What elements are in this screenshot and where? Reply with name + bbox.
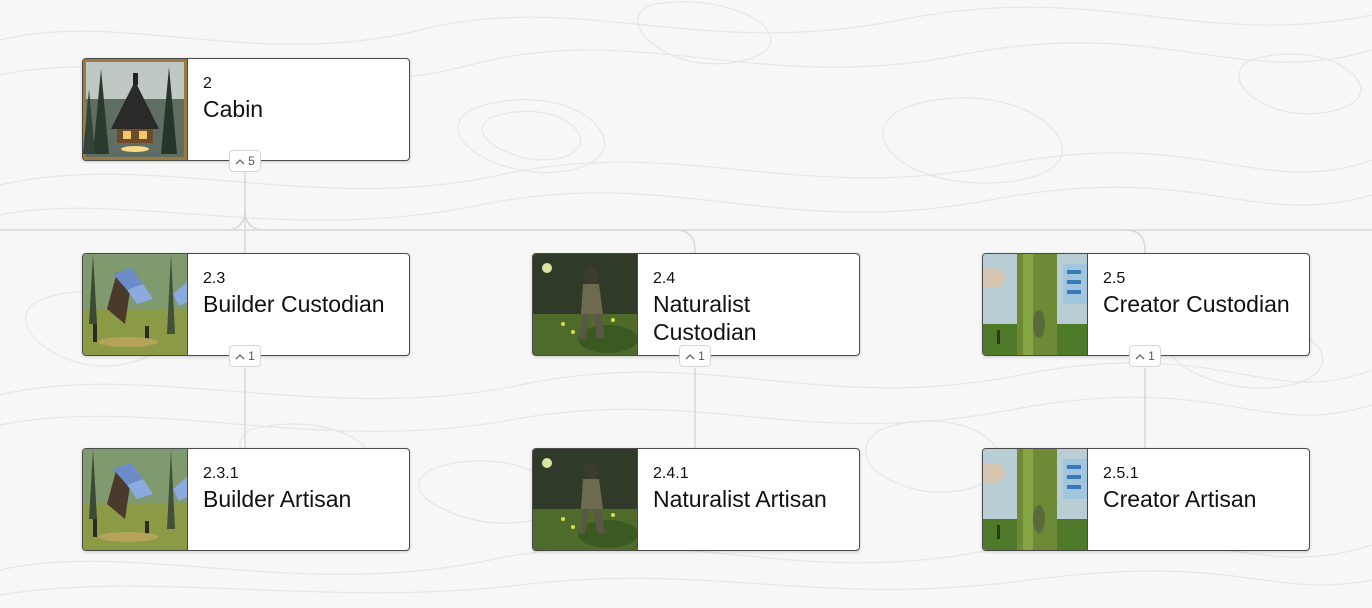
- chevron-up-icon: [235, 353, 245, 359]
- chevron-up-icon: [1135, 353, 1145, 359]
- node-number: 2: [203, 75, 212, 92]
- node-creator-custodian[interactable]: 2.5 Creator Custodian 1: [982, 253, 1310, 367]
- forest-figure-image: [533, 449, 638, 550]
- node-title: Creator Custodian: [1103, 291, 1290, 317]
- node-number: 2.3.1: [203, 465, 239, 482]
- collapse-children-toggle[interactable]: 1: [1129, 345, 1161, 367]
- connector-to-left-edge: [224, 209, 246, 231]
- mossy-tree-tech-image: [983, 254, 1088, 355]
- node-title: Builder Custodian: [203, 291, 385, 317]
- node-number: 2.3: [203, 270, 226, 287]
- forest-figure-image: [533, 254, 638, 355]
- collapse-children-toggle[interactable]: 1: [229, 345, 261, 367]
- node-title: Creator Artisan: [1103, 486, 1257, 512]
- chevron-up-icon: [235, 158, 245, 164]
- node-number: 2.5.1: [1103, 465, 1139, 482]
- node-naturalist-custodian[interactable]: 2.4 Naturalist Custodian 1: [532, 253, 860, 367]
- collapse-children-toggle[interactable]: 1: [679, 345, 711, 367]
- node-title: Naturalist Artisan: [653, 486, 827, 512]
- children-count: 5: [248, 154, 255, 168]
- node-builder-custodian[interactable]: 2.3 Builder Custodian 1: [82, 253, 410, 367]
- node-naturalist-artisan[interactable]: 2.4.1 Naturalist Artisan: [532, 448, 860, 551]
- node-number: 2.4.1: [653, 465, 689, 482]
- chevron-up-icon: [685, 353, 695, 359]
- cabin-in-forest-image: [83, 59, 188, 160]
- connector-to-naturalist-custodian: [244, 209, 696, 254]
- node-title: Builder Artisan: [203, 486, 352, 512]
- node-title: Cabin: [203, 96, 264, 122]
- node-builder-artisan[interactable]: 2.3.1 Builder Artisan: [82, 448, 410, 551]
- mossy-tree-tech-image: [983, 449, 1088, 550]
- solar-house-forest-image: [83, 449, 188, 550]
- solar-house-forest-image: [83, 254, 188, 355]
- connector-to-creator-custodian: [1124, 229, 1146, 254]
- node-creator-artisan[interactable]: 2.5.1 Creator Artisan: [982, 448, 1310, 551]
- collapse-children-toggle[interactable]: 5: [229, 150, 261, 172]
- node-number: 2.4: [653, 270, 676, 287]
- node-title: Naturalist Custodian: [653, 291, 757, 345]
- node-number: 2.5: [1103, 270, 1126, 287]
- children-count: 1: [248, 349, 255, 363]
- children-count: 1: [1148, 349, 1155, 363]
- children-count: 1: [698, 349, 705, 363]
- node-cabin[interactable]: 2 Cabin 5: [82, 58, 410, 172]
